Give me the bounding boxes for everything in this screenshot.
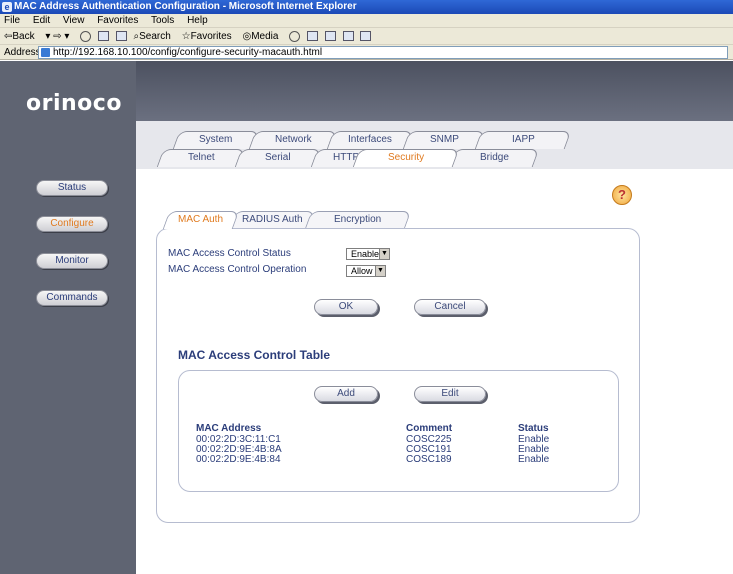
- left-sidebar: [0, 61, 136, 574]
- browser-toolbar: ⇦Back ▾ ⇨ ▾ ⌕Search ☆Favorites ◎Media: [0, 28, 733, 45]
- favorites-label: Favorites: [190, 31, 232, 42]
- orinoco-logo: orinoco: [26, 91, 122, 116]
- tab-snmp-label: SNMP: [429, 134, 459, 145]
- subtab-mac-auth-label: MAC Auth: [178, 214, 224, 225]
- tab-bridge-label: Bridge: [479, 152, 509, 163]
- column-header-comment: Comment: [406, 423, 453, 434]
- address-bar: Address http://192.168.10.100/config/con…: [0, 45, 733, 60]
- subtab-encryption[interactable]: Encryption: [304, 211, 412, 229]
- menu-view[interactable]: View: [63, 15, 85, 26]
- add-button[interactable]: Add: [314, 386, 378, 402]
- tab-serial-label: Serial: [265, 152, 291, 163]
- favorites-button[interactable]: ☆Favorites: [182, 31, 232, 42]
- menu-tools[interactable]: Tools: [151, 15, 174, 26]
- tab-serial[interactable]: Serial: [234, 149, 322, 167]
- tab-interfaces-label: Interfaces: [348, 134, 392, 145]
- sidebar-monitor-button[interactable]: Monitor: [36, 253, 108, 269]
- table-title: MAC Access Control Table: [178, 348, 331, 362]
- chevron-down-icon: ▼: [379, 249, 389, 259]
- ie-icon: e: [2, 2, 12, 12]
- menu-edit[interactable]: Edit: [33, 15, 50, 26]
- edit-page-icon[interactable]: [342, 31, 354, 42]
- subtab-radius-auth-label: RADIUS Auth: [241, 214, 303, 225]
- subtab-mac-auth[interactable]: MAC Auth: [162, 211, 240, 229]
- chevron-down-icon: ▼: [375, 266, 385, 276]
- comment-cell: COSC189: [406, 454, 452, 465]
- home-icon[interactable]: [115, 31, 127, 42]
- refresh-icon[interactable]: [97, 31, 109, 42]
- tab-iapp-label: IAPP: [511, 134, 535, 145]
- menu-bar: File Edit View Favorites Tools Help: [0, 14, 733, 28]
- search-label: Search: [139, 31, 171, 42]
- window-title-bar: e MAC Address Authentication Configurati…: [0, 0, 733, 14]
- window-title: MAC Address Authentication Configuration…: [14, 1, 357, 12]
- tab-security[interactable]: Security: [352, 149, 460, 167]
- sidebar-configure-button[interactable]: Configure: [36, 216, 108, 232]
- media-button[interactable]: ◎Media: [242, 31, 278, 42]
- sidebar-commands-button[interactable]: Commands: [36, 290, 108, 306]
- media-label: Media: [251, 31, 279, 42]
- tab-bridge[interactable]: Bridge: [448, 149, 540, 167]
- forward-button[interactable]: ▾ ⇨ ▾: [45, 31, 69, 42]
- address-url: http://192.168.10.100/config/configure-s…: [53, 47, 323, 58]
- page-icon: [41, 48, 50, 57]
- discuss-icon[interactable]: [360, 31, 372, 42]
- tab-system-label: System: [199, 134, 233, 145]
- edit-button[interactable]: Edit: [414, 386, 486, 402]
- sidebar-status-button[interactable]: Status: [36, 180, 108, 196]
- subtab-radius-auth[interactable]: RADIUS Auth: [228, 211, 316, 229]
- ok-button[interactable]: OK: [314, 299, 378, 315]
- search-button[interactable]: ⌕Search: [134, 31, 171, 42]
- tab-snmp[interactable]: SNMP: [402, 131, 486, 149]
- media-icon: ◎: [242, 31, 252, 42]
- address-label: Address: [4, 47, 41, 58]
- menu-favorites[interactable]: Favorites: [97, 15, 138, 26]
- tab-telnet[interactable]: Telnet: [156, 149, 246, 167]
- tab-system[interactable]: System: [172, 131, 260, 149]
- status-select[interactable]: Enable ▼: [346, 248, 390, 260]
- mail-icon[interactable]: [307, 31, 319, 42]
- cancel-button[interactable]: Cancel: [414, 299, 486, 315]
- column-header-mac: MAC Address: [196, 423, 262, 434]
- subtab-encryption-label: Encryption: [334, 214, 382, 225]
- operation-select[interactable]: Allow ▼: [346, 265, 386, 277]
- help-icon[interactable]: ?: [612, 185, 632, 205]
- tab-interfaces[interactable]: Interfaces: [326, 131, 414, 149]
- history-icon[interactable]: [289, 30, 301, 42]
- tab-iapp[interactable]: IAPP: [474, 131, 572, 149]
- back-button[interactable]: ⇦Back: [4, 31, 35, 42]
- stop-icon[interactable]: [80, 30, 92, 42]
- print-icon[interactable]: [324, 31, 336, 42]
- menu-file[interactable]: File: [4, 15, 20, 26]
- favorites-icon: ☆: [181, 31, 191, 42]
- status-cell: Enable: [518, 454, 550, 465]
- status-select-value: Enable: [351, 249, 380, 259]
- tab-network-label: Network: [274, 134, 312, 145]
- operation-select-value: Allow: [351, 266, 373, 276]
- tab-network[interactable]: Network: [248, 131, 338, 149]
- status-label: MAC Access Control Status: [168, 248, 291, 259]
- web-page: orinoco Status Configure Monitor Command…: [0, 61, 733, 574]
- address-input[interactable]: http://192.168.10.100/config/configure-s…: [38, 46, 728, 59]
- tab-security-label: Security: [387, 152, 425, 163]
- tab-telnet-label: Telnet: [187, 152, 215, 163]
- operation-label: MAC Access Control Operation: [168, 264, 307, 275]
- menu-help[interactable]: Help: [187, 15, 208, 26]
- column-header-status: Status: [518, 423, 549, 434]
- mac-address-cell: 00:02:2D:9E:4B:84: [196, 454, 281, 465]
